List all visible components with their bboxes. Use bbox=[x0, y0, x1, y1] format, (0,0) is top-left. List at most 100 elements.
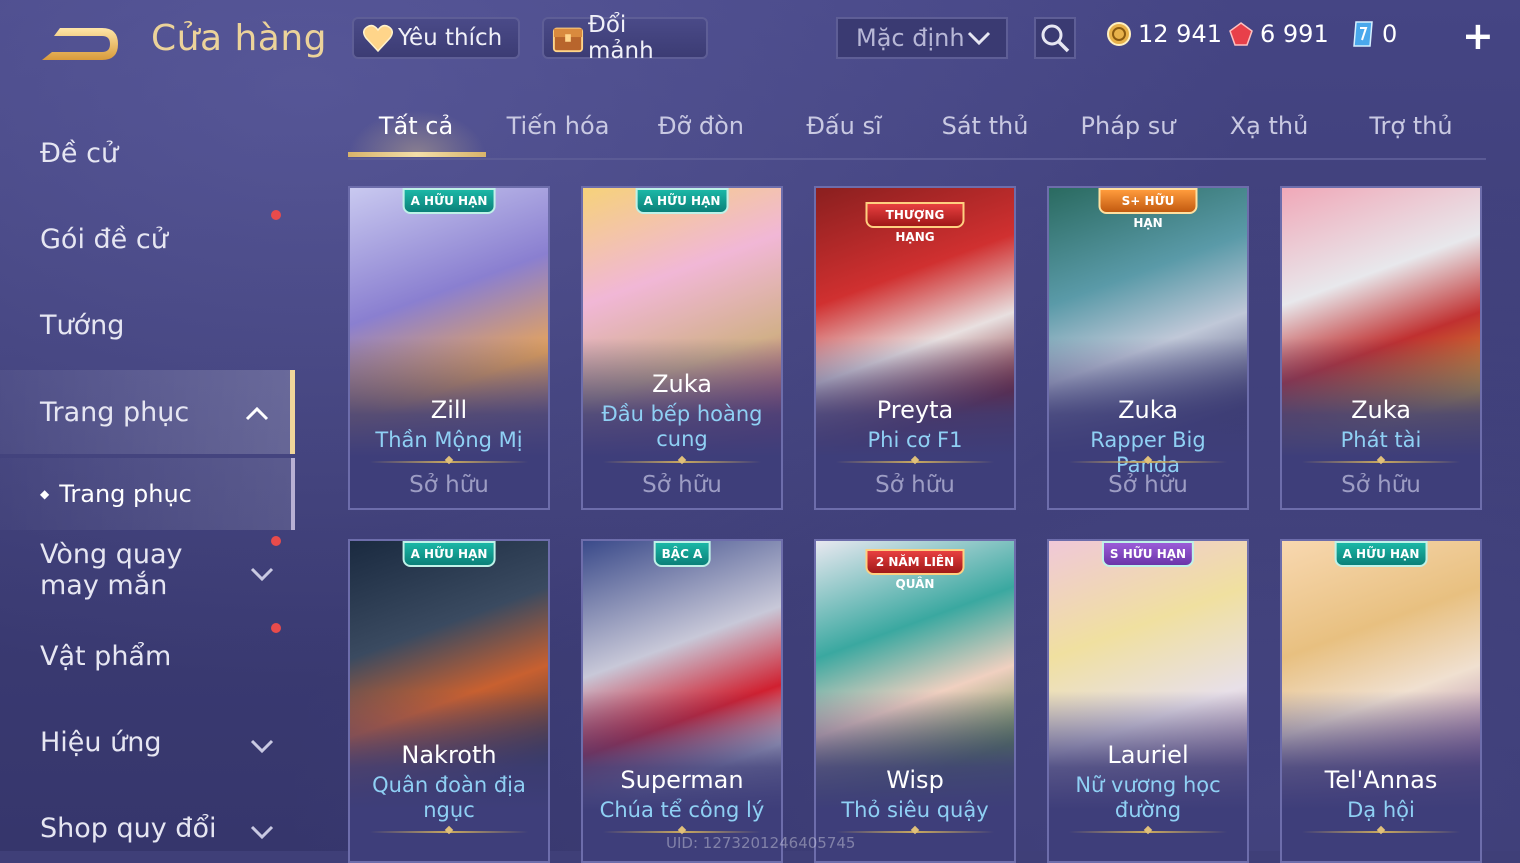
skin-card[interactable]: S+ HỮU HẠN Zuka Rapper Big Panda Sở hữu bbox=[1047, 186, 1249, 510]
back-arrow-icon bbox=[42, 28, 118, 60]
tab-tank[interactable]: Đỡ đòn bbox=[658, 112, 744, 140]
owned-status: Sở hữu bbox=[1108, 472, 1188, 498]
sidebar-item-lucky-wheel[interactable]: Vòng quay may mắn bbox=[0, 536, 295, 604]
rarity-badge: A HỮU HẠN bbox=[635, 188, 729, 214]
skin-name: Phi cơ F1 bbox=[867, 428, 963, 452]
search-icon bbox=[1041, 24, 1070, 53]
exchange-fragments-button[interactable]: Đổi mảnh bbox=[542, 12, 708, 64]
skin-name: Quân đoàn địa ngục bbox=[372, 773, 526, 822]
hero-name: Zuka bbox=[1351, 396, 1411, 424]
sidebar-subitem-label: Trang phục bbox=[59, 480, 192, 508]
tab-marksman[interactable]: Xạ thủ bbox=[1230, 112, 1309, 140]
rarity-badge: S+ HỮU HẠN bbox=[1098, 188, 1198, 230]
owned-status: Sở hữu bbox=[642, 472, 722, 498]
tab-evolution[interactable]: Tiến hóa bbox=[507, 112, 610, 140]
red-gem-icon bbox=[1229, 22, 1253, 46]
blue-voucher-icon bbox=[1353, 21, 1373, 47]
owned-status: Sở hữu bbox=[409, 472, 489, 498]
bullet-diamond-icon: ◆ bbox=[40, 487, 50, 501]
sidebar-item-label: Vòng quay may mắn bbox=[40, 539, 183, 601]
chevron-down-icon bbox=[249, 732, 275, 763]
rarity-badge: A HỮU HẠN bbox=[402, 541, 496, 567]
skin-card[interactable]: BẬC A Superman Chúa tể công lý bbox=[581, 539, 783, 863]
gem-amount: 6 991 bbox=[1260, 20, 1329, 48]
gold-amount: 12 941 bbox=[1138, 20, 1222, 48]
chevron-down-icon bbox=[249, 818, 275, 849]
owned-status: Sở hữu bbox=[875, 472, 955, 498]
treasure-chest-icon bbox=[552, 22, 584, 54]
skin-card[interactable]: THƯỢNG HẠNG Preyta Phi cơ F1 Sở hữu bbox=[814, 186, 1016, 510]
tab-all[interactable]: Tất cả bbox=[379, 112, 453, 140]
sidebar-item-recommended-packs[interactable]: Gói đề cử bbox=[0, 204, 295, 274]
tab-support[interactable]: Trợ thủ bbox=[1369, 112, 1452, 140]
sort-value: Mặc định bbox=[856, 24, 965, 52]
hero-name: Preyta bbox=[876, 396, 954, 424]
active-tab-indicator bbox=[348, 152, 486, 157]
sidebar-item-exchange-shop[interactable]: Shop quy đổi bbox=[0, 793, 295, 863]
skin-card[interactable]: A HỮU HẠN Tel'Annas Dạ hội bbox=[1280, 539, 1482, 863]
sidebar-item-label: Vật phẩm bbox=[40, 640, 172, 672]
skin-card[interactable]: A HỮU HẠN Zuka Đầu bếp hoàng cung Sở hữu bbox=[581, 186, 783, 510]
exchange-label: Đổi mảnh bbox=[588, 12, 654, 64]
skin-name: Thần Mộng Mị bbox=[375, 428, 523, 452]
favorites-label: Yêu thích bbox=[398, 25, 503, 51]
notification-dot bbox=[271, 536, 281, 546]
hero-name: Zuka bbox=[652, 370, 712, 398]
skin-name: Đầu bếp hoàng cung bbox=[601, 402, 763, 451]
back-button[interactable] bbox=[40, 22, 122, 66]
sidebar-item-label: Hiệu ứng bbox=[40, 726, 162, 758]
voucher-currency: 0 bbox=[1350, 20, 1397, 48]
sidebar-item-label: Gói đề cử bbox=[40, 223, 168, 255]
uid-watermark: UID: 1273201246405745 bbox=[666, 834, 856, 852]
search-button[interactable] bbox=[1034, 17, 1076, 59]
hero-name: Wisp bbox=[886, 766, 944, 794]
rarity-badge: THƯỢNG HẠNG bbox=[865, 202, 965, 244]
sidebar: Đề cử Gói đề cử Tướng Trang phục ◆ Trang… bbox=[0, 100, 295, 851]
sidebar-item-label: Đề cử bbox=[40, 137, 119, 169]
tab-mage[interactable]: Pháp sư bbox=[1081, 112, 1176, 140]
sidebar-item-recommended[interactable]: Đề cử bbox=[0, 118, 295, 188]
hero-name: Lauriel bbox=[1107, 741, 1189, 769]
chevron-down-icon bbox=[966, 27, 992, 55]
category-tabs: Tất cả Tiến hóa Đỡ đòn Đấu sĩ Sát thủ Ph… bbox=[348, 104, 1486, 160]
hero-name: Zill bbox=[430, 396, 468, 424]
rarity-badge: 2 NĂM LIÊN QUÂN bbox=[865, 549, 965, 591]
sidebar-item-heroes[interactable]: Tướng bbox=[0, 290, 295, 360]
skin-card[interactable]: S HỮU HẠN Lauriel Nữ vương học đường bbox=[1047, 539, 1249, 863]
sidebar-subitem-skins[interactable]: ◆ Trang phục bbox=[0, 458, 295, 530]
rarity-badge: S HỮU HẠN bbox=[1101, 541, 1195, 567]
add-currency-button[interactable]: + bbox=[1462, 17, 1494, 55]
rarity-badge: A HỮU HẠN bbox=[1334, 541, 1428, 567]
favorites-button[interactable]: Yêu thích bbox=[352, 17, 520, 59]
skin-name: Chúa tể công lý bbox=[599, 798, 765, 822]
sidebar-item-effects[interactable]: Hiệu ứng bbox=[0, 707, 295, 777]
tab-assassin[interactable]: Sát thủ bbox=[942, 112, 1029, 140]
heart-icon bbox=[362, 22, 394, 54]
sidebar-item-label: Trang phục bbox=[40, 396, 190, 428]
hero-name: Superman bbox=[620, 766, 744, 794]
hero-name: Zuka bbox=[1118, 396, 1178, 424]
skin-name: Rapper Big Panda bbox=[1090, 428, 1206, 477]
hero-name: Tel'Annas bbox=[1324, 766, 1438, 794]
skin-card[interactable]: Zuka Phát tài Sở hữu bbox=[1280, 186, 1482, 510]
notification-dot bbox=[271, 210, 281, 220]
chevron-down-icon bbox=[249, 560, 275, 591]
skin-card[interactable]: 2 NĂM LIÊN QUÂN Wisp Thỏ siêu quậy bbox=[814, 539, 1016, 863]
sidebar-item-skins[interactable]: Trang phục bbox=[0, 370, 295, 454]
tab-fighter[interactable]: Đấu sĩ bbox=[806, 112, 881, 140]
sidebar-item-label: Shop quy đổi bbox=[40, 812, 217, 844]
skin-card[interactable]: A HỮU HẠN Zill Thần Mộng Mị Sở hữu bbox=[348, 186, 550, 510]
gem-currency: 6 991 bbox=[1228, 20, 1329, 48]
sort-dropdown[interactable]: Mặc định bbox=[836, 17, 1008, 59]
sidebar-item-items[interactable]: Vật phẩm bbox=[0, 621, 295, 691]
page-title: Cửa hàng bbox=[151, 18, 328, 59]
skin-name: Phát tài bbox=[1340, 428, 1422, 452]
skin-card[interactable]: A HỮU HẠN Nakroth Quân đoàn địa ngục bbox=[348, 539, 550, 863]
rarity-badge: A HỮU HẠN bbox=[402, 188, 496, 214]
owned-status: Sở hữu bbox=[1341, 472, 1421, 498]
sidebar-item-label: Tướng bbox=[40, 309, 125, 341]
skin-name: Thỏ siêu quậy bbox=[841, 798, 989, 822]
chevron-up-icon bbox=[244, 400, 270, 431]
gold-currency: 12 941 bbox=[1106, 20, 1222, 48]
skin-name: Dạ hội bbox=[1347, 798, 1415, 822]
